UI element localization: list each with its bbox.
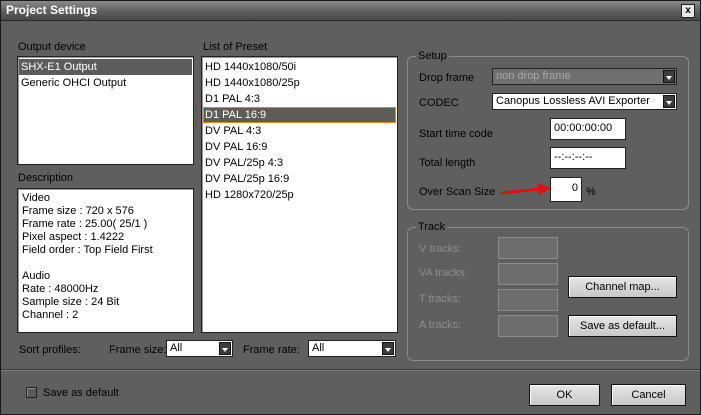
t-tracks-input[interactable] xyxy=(498,289,558,311)
description-box: Video Frame size : 720 x 576 Frame rate … xyxy=(17,188,194,333)
preset-list-label: List of Preset xyxy=(203,41,268,53)
output-device-item[interactable]: SHX-E1 Output xyxy=(19,59,192,75)
codec-label: CODEC xyxy=(419,97,459,109)
a-tracks-input[interactable] xyxy=(498,315,558,337)
description-line: Field order : Top Field First xyxy=(22,244,153,256)
title-bar[interactable]: Project Settings x xyxy=(1,1,700,21)
close-icon: x xyxy=(685,5,691,16)
description-label: Description xyxy=(18,172,74,184)
chevron-down-icon xyxy=(663,70,675,83)
over-scan-size-label: Over Scan Size xyxy=(419,186,496,198)
drop-frame-dropdown[interactable]: non drop frame xyxy=(492,68,677,85)
chevron-down-icon xyxy=(219,342,231,355)
description-line: Rate : 48000Hz xyxy=(22,283,99,295)
frame-size-dropdown[interactable]: All xyxy=(166,340,233,357)
cancel-button[interactable]: Cancel xyxy=(611,384,686,406)
codec-value: Canopus Lossless AVI Exporter xyxy=(496,95,650,107)
preset-item[interactable]: D1 PAL 4:3 xyxy=(203,91,396,107)
over-scan-size-input[interactable]: 0 xyxy=(550,177,582,202)
ok-button[interactable]: OK xyxy=(529,384,600,406)
description-line: Frame size : 720 x 576 xyxy=(22,205,134,217)
sort-profiles-label: Sort profiles: xyxy=(19,344,81,356)
project-settings-dialog: Project Settings x Output device SHX-E1 … xyxy=(0,0,701,415)
start-time-code-input[interactable]: 00:00:00:00 xyxy=(550,118,626,140)
output-device-list[interactable]: SHX-E1 Output Generic OHCI Output xyxy=(17,56,194,165)
frame-rate-label: Frame rate: xyxy=(243,344,300,356)
footer-divider xyxy=(1,369,700,371)
preset-item[interactable]: HD 1280x720/25p xyxy=(203,187,396,203)
total-length-label: Total length xyxy=(419,157,476,169)
track-group-title: Track xyxy=(416,221,448,233)
close-button[interactable]: x xyxy=(681,4,695,18)
start-time-code-label: Start time code xyxy=(419,128,493,140)
codec-dropdown[interactable]: Canopus Lossless AVI Exporter xyxy=(492,93,677,110)
save-as-default-checkbox-label: Save as default xyxy=(43,387,119,399)
preset-item[interactable]: HD 1440x1080/25p xyxy=(203,75,396,91)
channel-map-button[interactable]: Channel map... xyxy=(568,276,677,298)
description-line: Sample size : 24 Bit xyxy=(22,296,120,308)
va-tracks-input[interactable] xyxy=(498,263,558,285)
frame-size-label: Frame size: xyxy=(109,344,167,356)
preset-item[interactable]: HD 1440x1080/50i xyxy=(203,59,396,75)
drop-frame-value: non drop frame xyxy=(496,70,571,82)
chevron-down-icon xyxy=(382,342,394,355)
chevron-down-icon xyxy=(663,95,675,108)
preset-item-selected[interactable]: D1 PAL 16:9 xyxy=(203,107,396,123)
output-device-label: Output device xyxy=(18,41,86,53)
frame-rate-value: All xyxy=(312,342,325,354)
description-line: Channel : 2 xyxy=(22,309,79,321)
preset-item[interactable]: DV PAL/25p 4:3 xyxy=(203,155,396,171)
description-line: Frame rate : 25.00( 25/1 ) xyxy=(22,218,148,230)
setup-group-title: Setup xyxy=(416,50,449,62)
save-as-default-button[interactable]: Save as default... xyxy=(568,315,677,337)
preset-item[interactable]: DV PAL 16:9 xyxy=(203,139,396,155)
total-length-input[interactable]: --:--:--:-- xyxy=(550,147,626,169)
preset-item[interactable]: DV PAL 4:3 xyxy=(203,123,396,139)
annotation-arrow-icon xyxy=(500,183,551,195)
a-tracks-label: A tracks: xyxy=(419,319,462,331)
v-tracks-label: V tracks: xyxy=(419,243,462,255)
frame-size-value: All xyxy=(170,342,183,354)
t-tracks-label: T tracks: xyxy=(419,293,461,305)
window-title: Project Settings xyxy=(6,3,98,17)
preset-list[interactable]: HD 1440x1080/50i HD 1440x1080/25p D1 PAL… xyxy=(201,56,398,333)
output-device-item[interactable]: Generic OHCI Output xyxy=(19,75,192,91)
drop-frame-label: Drop frame xyxy=(419,72,475,84)
over-scan-unit: % xyxy=(586,186,596,198)
preset-item[interactable]: DV PAL/25p 16:9 xyxy=(203,171,396,187)
description-line: Audio xyxy=(22,270,51,282)
description-line: Pixel aspect : 1.4222 xyxy=(22,231,125,243)
v-tracks-input[interactable] xyxy=(498,237,558,259)
va-tracks-label: VA tracks: xyxy=(419,267,468,279)
save-as-default-checkbox[interactable] xyxy=(26,387,37,398)
description-line: Video xyxy=(22,192,50,204)
frame-rate-dropdown[interactable]: All xyxy=(308,340,396,357)
